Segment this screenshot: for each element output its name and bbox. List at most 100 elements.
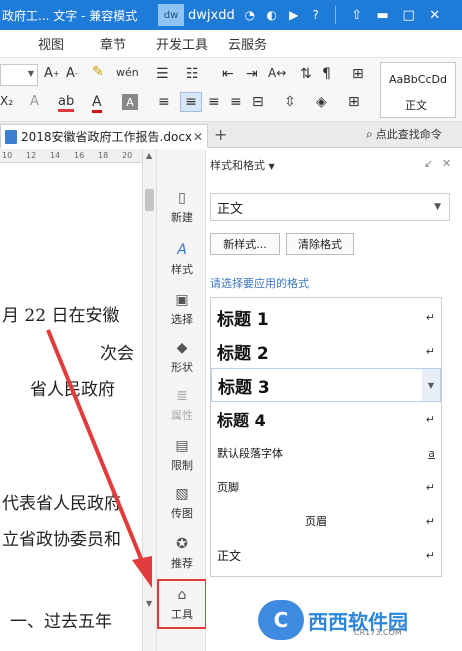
sidetool-recommend[interactable]: ✪ 推荐 (157, 529, 207, 577)
property-icon: ≣ (176, 387, 188, 404)
doc-paragraph-line: 一、过去五年 (10, 612, 112, 632)
vertical-scrollbar[interactable]: ▲ ▼ (142, 149, 156, 651)
align-center-icon[interactable]: ≡ (180, 92, 202, 112)
decrease-indent-icon[interactable]: ⇤ (222, 66, 234, 82)
menu-developer[interactable]: 开发工具 (156, 34, 208, 53)
shrink-font-icon[interactable]: A- (66, 66, 78, 81)
justify-icon[interactable]: ≡ (230, 94, 242, 110)
style-item-footer[interactable]: 页脚 ↵ (211, 470, 441, 504)
sidetool-upload-image[interactable]: ▧ 传图 (157, 479, 207, 527)
scroll-up-icon[interactable]: ▲ (146, 151, 152, 160)
style-item-name: 页眉 (305, 515, 327, 528)
window-title: 政府工... 文字 - 兼容模式 (2, 8, 138, 23)
chevron-down-icon[interactable]: ▼ (422, 369, 440, 401)
sort-icon[interactable]: ⇅ (300, 66, 312, 82)
restore-icon[interactable]: ⇧ (346, 4, 368, 26)
font-color-icon[interactable]: A (92, 94, 102, 113)
align-left-icon[interactable]: ≡ (158, 94, 170, 110)
highlight-icon[interactable]: ab (58, 94, 75, 112)
style-preview-sample: AaBbCcDd (389, 73, 447, 86)
close-tab-icon[interactable]: ✕ (193, 130, 207, 144)
paragraph-mark-icon: ↵ (425, 480, 435, 494)
minimize-icon[interactable]: ▬ (372, 4, 394, 26)
user-avatar-badge[interactable]: dw (158, 4, 184, 26)
style-item-name: 标题 3 (218, 377, 270, 398)
sidetool-restrict[interactable]: ▤ 限制 (157, 431, 207, 479)
style-item-header[interactable]: 页眉 ↵ (211, 504, 441, 538)
ruler-tick-label: 20 (122, 151, 133, 160)
scroll-down-icon[interactable]: ▼ (146, 599, 152, 608)
current-style-select[interactable]: 正文 ▼ (210, 193, 450, 221)
sidetool-label: 新建 (171, 210, 193, 224)
subscript-icon[interactable]: X₂ (0, 94, 13, 108)
border-icon[interactable]: ⊞ (348, 94, 360, 110)
site-watermark: C 西西软件园 CR173.COM (258, 598, 458, 642)
menu-cloud[interactable]: 云服务 (228, 34, 267, 53)
command-search-label: 点此查找命令 (375, 128, 442, 141)
close-icon[interactable]: ✕ (424, 4, 446, 26)
chevron-down-icon: ▼ (268, 162, 275, 171)
select-icon: ▣ (175, 291, 189, 308)
new-style-button[interactable]: 新样式... (210, 233, 280, 255)
text-direction-icon[interactable]: A↔ (268, 66, 286, 80)
paragraph-mark-icon: ↵ (425, 412, 435, 426)
grow-font-icon[interactable]: A + (44, 66, 60, 81)
new-tab-button[interactable]: + (214, 125, 227, 144)
font-size-select[interactable]: ▼ (0, 64, 38, 86)
recommend-icon: ✪ (176, 535, 188, 552)
collapse-panel-icon[interactable]: ↙ (424, 157, 433, 170)
style-item-heading-1[interactable]: 标题 1 ↵ (211, 300, 441, 334)
style-item-heading-2[interactable]: 标题 2 ↵ (211, 334, 441, 368)
user-name[interactable]: dwjxdd (188, 8, 235, 23)
numbered-list-icon[interactable]: ☷ (186, 66, 199, 82)
scrollbar-thumb[interactable] (145, 189, 154, 211)
panel-title[interactable]: 样式和格式 ▼ (210, 157, 275, 173)
horizontal-ruler[interactable]: 10 12 14 16 18 20 (0, 149, 142, 163)
watermark-logo: C (258, 600, 304, 640)
sidetool-toolbox[interactable]: ⌂ 工具 (157, 579, 207, 629)
show-marks-icon[interactable]: ¶ (322, 66, 331, 82)
increase-indent-icon[interactable]: ⇥ (246, 66, 258, 82)
menu-chapter[interactable]: 章节 (100, 34, 126, 53)
restrict-icon: ▤ (175, 437, 189, 454)
bullet-list-icon[interactable]: ☰ (156, 66, 169, 82)
close-panel-icon[interactable]: ✕ (442, 157, 451, 170)
sidetool-select[interactable]: ▣ 选择 (157, 285, 207, 333)
document-canvas[interactable]: 月 22 日在安徽 次会 省人民政府 代表省人民政府 立省政协委员和 一、过去五… (0, 163, 142, 651)
distribute-icon[interactable]: ⊟ (252, 94, 264, 110)
style-item-heading-3[interactable]: 标题 3 ▼ (211, 368, 441, 402)
style-preview[interactable]: AaBbCcDd 正文 (380, 62, 456, 118)
document-tab[interactable]: 2018安徽省政府工作报告.docx ✕ (0, 124, 208, 148)
ruler-tick-label: 12 (26, 151, 37, 160)
line-spacing-icon[interactable]: ⇳ (284, 94, 296, 110)
skin-icon[interactable]: ◐ (263, 6, 281, 24)
title-bar: 政府工... 文字 - 兼容模式 dw dwjxdd ◔ ◐ ▶ ? ⇧ ▬ □… (0, 0, 462, 30)
char-shading-icon[interactable]: A (122, 94, 138, 110)
align-right-icon[interactable]: ≡ (208, 94, 220, 110)
clear-format-button[interactable]: 清除格式 (286, 233, 354, 255)
phonetic-icon[interactable]: wén (116, 66, 139, 79)
style-item-normal[interactable]: 正文 ↵ (211, 538, 441, 572)
style-item-heading-4[interactable]: 标题 4 ↵ (211, 402, 441, 436)
chevron-down-icon: ▼ (434, 202, 441, 212)
ruler-tick-label: 16 (74, 151, 85, 160)
doc-paragraph-line: 次会 (100, 344, 134, 364)
search-icon: ⌕ (366, 126, 373, 141)
table-icon[interactable]: ⊞ (352, 66, 364, 82)
style-item-default-font[interactable]: 默认段落字体 a (211, 436, 441, 470)
sync-icon[interactable]: ◔ (241, 6, 259, 24)
sidetool-property[interactable]: ≣ 属性 (157, 381, 207, 429)
shading-icon[interactable]: ◈ (316, 94, 327, 110)
share-icon[interactable]: ▶ (285, 6, 303, 24)
command-search[interactable]: ⌕ 点此查找命令 (366, 126, 442, 142)
paragraph-mark-icon: ↵ (425, 310, 435, 324)
menu-view[interactable]: 视图 (38, 34, 64, 53)
sidetool-style[interactable]: A 样式 (157, 235, 207, 283)
help-icon[interactable]: ? (307, 6, 325, 24)
maximize-icon[interactable]: □ (398, 4, 420, 26)
sidetool-shape[interactable]: ◆ 形状 (157, 333, 207, 381)
doc-paragraph-line: 立省政协委员和 (2, 530, 121, 550)
clear-format-icon[interactable]: ✎ (92, 64, 104, 80)
text-effect-icon[interactable]: A (30, 94, 39, 109)
sidetool-new[interactable]: ▯ 新建 (157, 183, 207, 231)
